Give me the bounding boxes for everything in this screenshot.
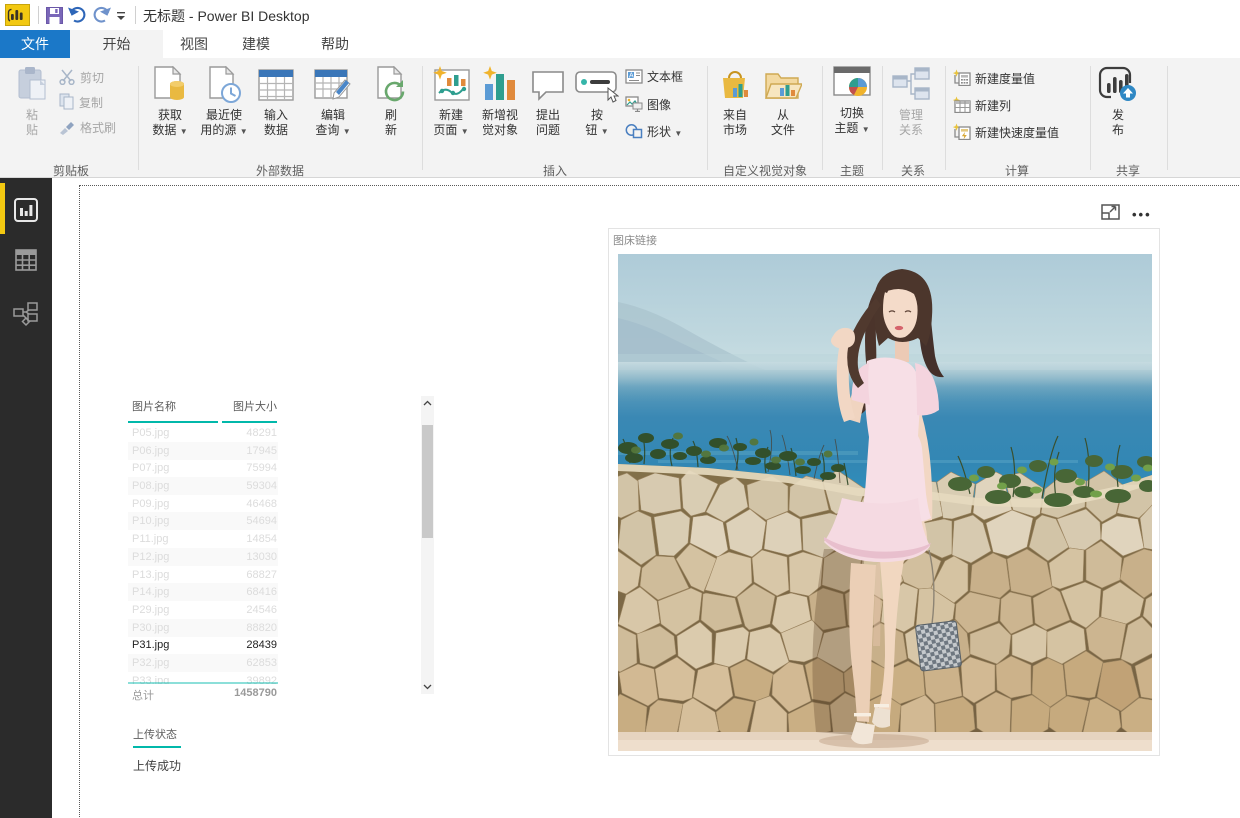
svg-text:A: A <box>629 73 634 80</box>
